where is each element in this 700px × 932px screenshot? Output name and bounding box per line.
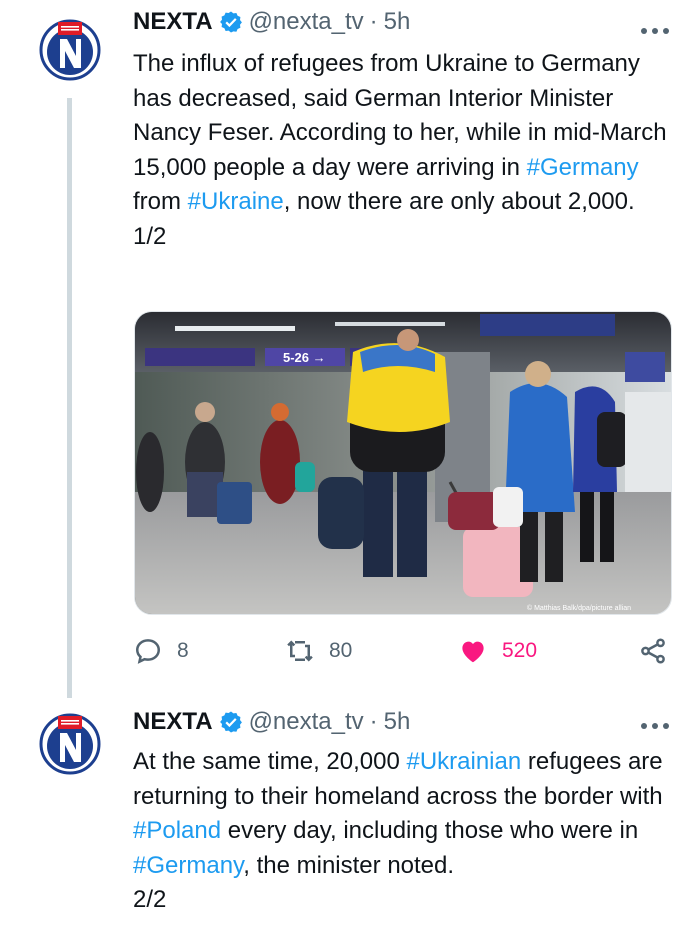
tweet-2[interactable]: NEXTA @nexta_tv · 5h At the same time, 2… [0, 700, 700, 932]
more-options-icon[interactable] [640, 26, 670, 36]
heart-icon [462, 641, 484, 663]
text-segment: from [133, 188, 188, 215]
board-sign-text: 5-26 → [283, 350, 326, 365]
like-count: 520 [502, 639, 538, 662]
retweet-button[interactable]: 80 [285, 636, 352, 666]
reply-button[interactable]: 8 [133, 636, 189, 666]
hashtag-link[interactable]: #Ukraine [188, 188, 284, 215]
retweet-icon [287, 640, 313, 662]
share-icon [641, 638, 665, 664]
like-button[interactable]: 520 [458, 636, 537, 666]
thread-counter: 2/2 [133, 886, 167, 913]
hashtag-link[interactable]: #Ukrainian [406, 748, 521, 775]
tweet-photo[interactable]: 5-26 → © Matthias Balk/dpa/picture allia… [134, 311, 672, 615]
reply-count: 8 [177, 639, 189, 662]
separator-dot: · [369, 8, 378, 35]
thread-counter: 1/2 [133, 222, 167, 250]
verified-badge-icon [219, 11, 242, 33]
avatar[interactable] [38, 712, 102, 776]
author-name[interactable]: NEXTA [133, 708, 213, 736]
photo-credit-text: © Matthias Balk/dpa/picture allian [527, 604, 631, 612]
avatar[interactable] [38, 18, 102, 82]
reply-icon [135, 639, 161, 664]
tweet-1[interactable]: NEXTA @nexta_tv · 5h The influx of refug… [0, 0, 700, 700]
verified-badge-icon [219, 711, 242, 733]
station-photo-image: 5-26 → © Matthias Balk/dpa/picture allia… [135, 312, 671, 614]
author-name[interactable]: NEXTA [133, 8, 213, 36]
tweet-text: The influx of refugees from Ukraine to G… [133, 47, 678, 254]
hashtag-link[interactable]: #Germany [133, 852, 243, 879]
share-button[interactable] [638, 636, 668, 666]
hashtag-link[interactable]: #Poland [133, 817, 221, 844]
tweet-text: At the same time, 20,000 #Ukrainian refu… [133, 745, 678, 918]
tweet-header: NEXTA @nexta_tv · 5h [133, 8, 410, 36]
tweet-timestamp[interactable]: 5h [384, 708, 411, 736]
tweet-timestamp[interactable]: 5h [384, 8, 411, 36]
text-segment: , the minister noted. [243, 851, 455, 879]
text-segment: At the same time, 20,000 [133, 748, 407, 775]
nexta-logo-icon [39, 713, 101, 775]
text-segment: every day, including those who were in [221, 817, 639, 844]
nexta-logo-icon [39, 19, 101, 81]
tweet-header: NEXTA @nexta_tv · 5h [133, 708, 410, 736]
more-options-icon[interactable] [640, 721, 670, 731]
retweet-count: 80 [329, 639, 353, 662]
tweet-actions-bar: 8 80 520 [133, 636, 673, 668]
text-segment: , now there are only about 2,000. [283, 188, 635, 215]
hashtag-link[interactable]: #Germany [527, 154, 639, 181]
author-handle[interactable]: @nexta_tv [249, 8, 364, 36]
separator-dot: · [369, 708, 378, 735]
author-handle[interactable]: @nexta_tv [249, 708, 364, 736]
